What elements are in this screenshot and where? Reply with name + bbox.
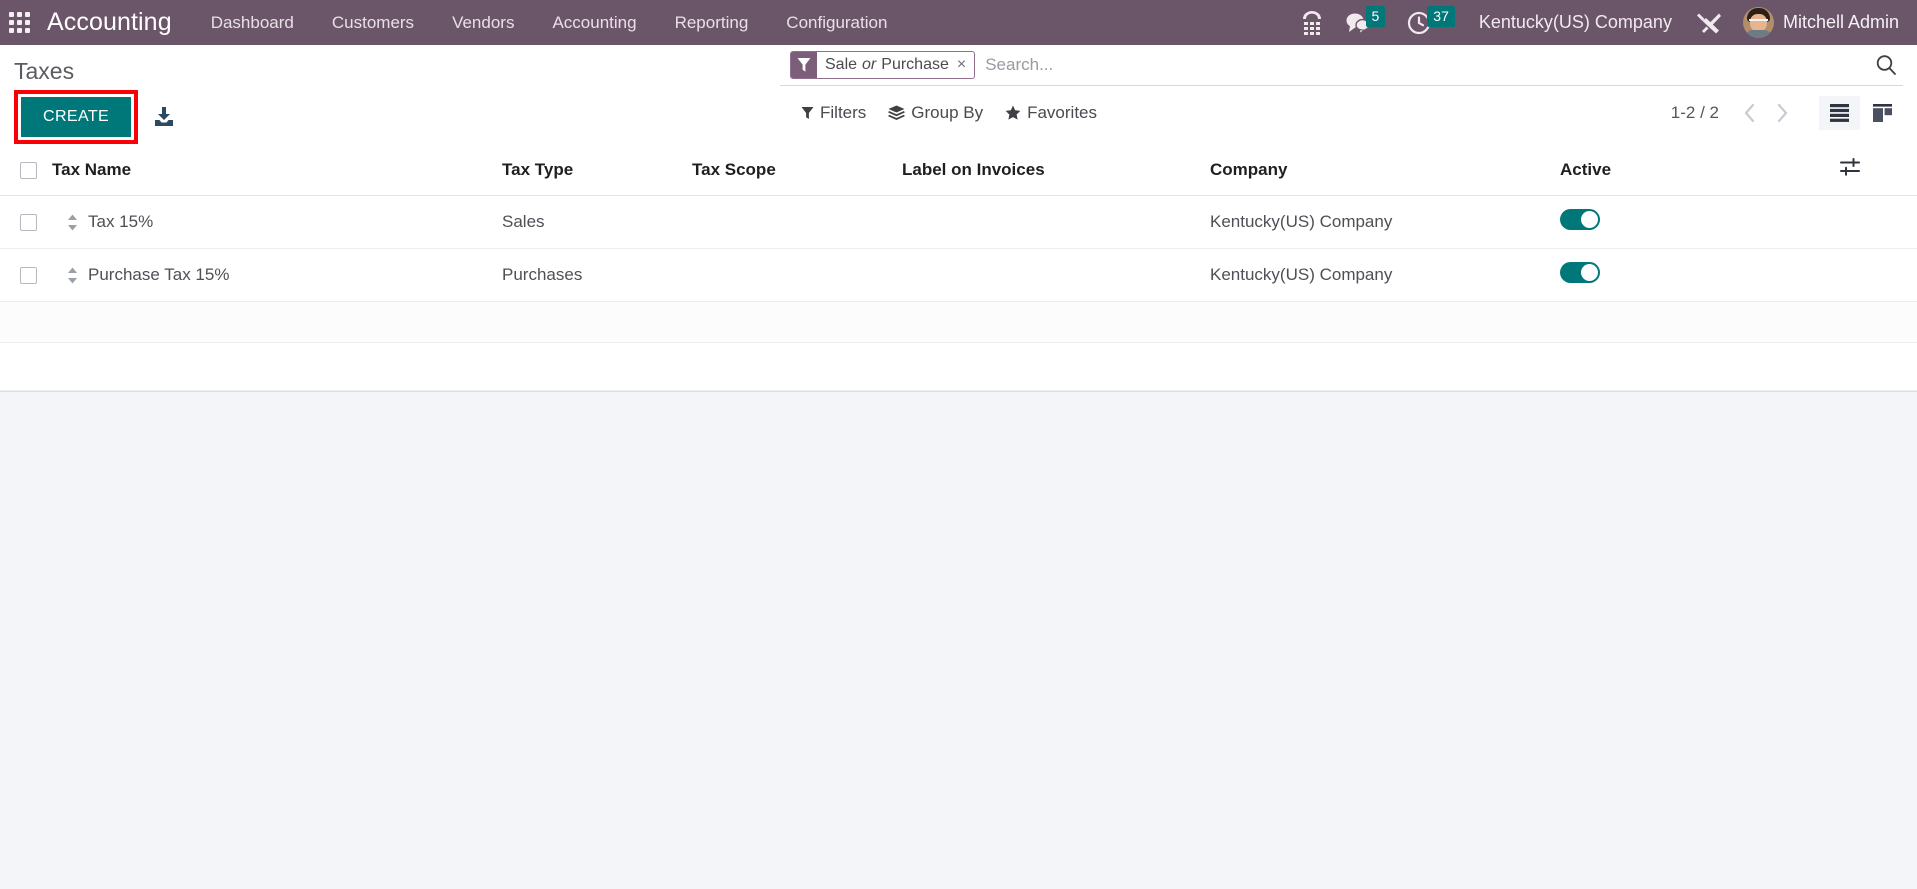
row-checkbox[interactable] — [20, 267, 37, 285]
row-select-cell — [0, 248, 52, 303]
facet-conjunction: or — [862, 56, 877, 73]
facet-remove-icon[interactable]: × — [957, 52, 974, 78]
drag-handle-icon[interactable] — [67, 267, 78, 284]
voip-phone-button[interactable] — [1290, 0, 1334, 45]
menu-item-customers[interactable]: Customers — [313, 0, 433, 45]
control-panel-left: Taxes CREATE — [0, 45, 780, 145]
taxes-table: Tax Name Tax Type Tax Scope Label on Inv… — [0, 144, 1917, 392]
table-row[interactable]: Purchase Tax 15% Purchases Kentucky(US) … — [0, 248, 1917, 303]
messages-button[interactable]: 5 — [1334, 0, 1397, 45]
kanban-view-icon[interactable] — [1862, 96, 1903, 130]
cell-active — [1560, 248, 1840, 303]
company-switcher[interactable]: Kentucky(US) Company — [1466, 12, 1685, 33]
row-checkbox[interactable] — [20, 214, 37, 232]
column-options-cell — [1840, 144, 1917, 197]
select-all-cell — [0, 144, 52, 197]
select-all-checkbox[interactable] — [20, 161, 37, 179]
column-header-tax-scope[interactable]: Tax Scope — [692, 144, 902, 197]
import-download-icon[interactable] — [147, 102, 181, 132]
activities-button[interactable]: 37 — [1396, 0, 1466, 45]
top-navbar: Accounting Dashboard Customers Vendors A… — [0, 0, 1917, 45]
cell-row-options — [1840, 248, 1917, 303]
table-filler-row — [0, 342, 1917, 392]
search-icon[interactable] — [1865, 54, 1903, 76]
favorites-label: Favorites — [1027, 102, 1098, 122]
search-input[interactable] — [975, 51, 1865, 79]
menu-item-configuration[interactable]: Configuration — [767, 0, 906, 45]
user-name: Mitchell Admin — [1782, 12, 1899, 32]
cell-row-options — [1840, 195, 1917, 250]
control-panel: Taxes CREATE Sale or Purchase × Search..… — [0, 45, 1917, 145]
column-header-company[interactable]: Company — [1210, 144, 1560, 197]
group-by-label: Group By — [911, 102, 984, 122]
cell-company: Kentucky(US) Company — [1210, 195, 1560, 250]
column-options-icon[interactable] — [1840, 158, 1860, 177]
main-menu: Dashboard Customers Vendors Accounting R… — [192, 0, 907, 45]
column-header-tax-name[interactable]: Tax Name — [52, 144, 502, 197]
page-title: Taxes — [14, 58, 75, 84]
create-button-highlight: CREATE — [14, 90, 139, 145]
debug-tools-icon[interactable] — [1685, 0, 1733, 45]
taxes-list-view: Tax Name Tax Type Tax Scope Label on Inv… — [0, 144, 1917, 392]
filters-dropdown[interactable]: Filters — [790, 97, 877, 129]
column-header-tax-type[interactable]: Tax Type — [502, 144, 692, 197]
table-body: Tax 15% Sales Kentucky(US) Company Purch… — [0, 195, 1917, 392]
messages-count-badge: 5 — [1365, 5, 1386, 27]
cell-tax-name: Tax 15% — [52, 195, 502, 250]
cell-tax-scope — [692, 248, 902, 303]
cell-tax-scope — [692, 195, 902, 250]
row-select-cell — [0, 195, 52, 250]
user-menu[interactable]: Mitchell Admin — [1733, 7, 1903, 38]
pager: 1-2 / 2 — [1671, 101, 1797, 125]
table-row[interactable]: Tax 15% Sales Kentucky(US) Company — [0, 195, 1917, 250]
column-header-active[interactable]: Active — [1560, 144, 1840, 197]
tax-name-value: Purchase Tax 15% — [88, 265, 230, 285]
content-panel: Taxes CREATE Sale or Purchase × Search..… — [0, 45, 1917, 393]
menu-item-accounting[interactable]: Accounting — [533, 0, 655, 45]
table-header-row: Tax Name Tax Type Tax Scope Label on Inv… — [0, 144, 1917, 197]
drag-handle-icon[interactable] — [67, 214, 78, 231]
search-facet-sale-or-purchase[interactable]: Sale or Purchase × — [790, 51, 976, 79]
group-by-dropdown[interactable]: Group By — [877, 97, 994, 129]
table-empty-row — [0, 301, 1917, 344]
search-tools: Filters Group By Favorites 1-2 / 2 — [780, 86, 1903, 139]
activities-count-badge: 37 — [1427, 5, 1455, 27]
list-view-icon[interactable] — [1819, 95, 1860, 130]
create-button[interactable]: CREATE — [21, 97, 132, 138]
filters-label: Filters — [820, 102, 867, 122]
filter-funnel-icon — [791, 52, 817, 78]
tax-name-value: Tax 15% — [88, 212, 154, 232]
cell-tax-type: Purchases — [502, 248, 692, 303]
app-brand-accounting[interactable]: Accounting — [43, 8, 192, 37]
view-switcher — [1819, 95, 1903, 130]
cell-active — [1560, 195, 1840, 250]
search-facet-label: Sale or Purchase — [817, 52, 957, 78]
chevron-left-icon[interactable] — [1735, 101, 1765, 125]
cell-label-on-invoices — [902, 195, 1210, 250]
cell-company: Kentucky(US) Company — [1210, 248, 1560, 303]
control-panel-right: Sale or Purchase × Search... Filters Gro… — [780, 45, 1917, 139]
cell-label-on-invoices — [902, 248, 1210, 303]
cell-tax-name: Purchase Tax 15% — [52, 248, 502, 303]
facet-part-2: Purchase — [881, 56, 949, 73]
avatar — [1742, 7, 1774, 38]
navbar-systray: 5 37 Kentucky(US) Company Mitchell Admin — [1290, 0, 1904, 45]
favorites-dropdown[interactable]: Favorites — [994, 97, 1108, 129]
column-header-label-on-invoices[interactable]: Label on Invoices — [902, 144, 1210, 197]
menu-item-dashboard[interactable]: Dashboard — [192, 0, 313, 45]
active-toggle[interactable] — [1560, 262, 1600, 284]
menu-item-reporting[interactable]: Reporting — [656, 0, 768, 45]
chevron-right-icon[interactable] — [1767, 101, 1797, 125]
action-buttons: CREATE — [14, 90, 780, 145]
facet-part-1: Sale — [825, 56, 858, 73]
pager-count: 1-2 / 2 — [1670, 102, 1719, 122]
cell-tax-type: Sales — [502, 195, 692, 250]
active-toggle[interactable] — [1560, 209, 1600, 231]
apps-grid-icon[interactable] — [6, 9, 33, 36]
search-bar: Sale or Purchase × — [780, 45, 1903, 86]
menu-item-vendors[interactable]: Vendors — [433, 0, 533, 45]
